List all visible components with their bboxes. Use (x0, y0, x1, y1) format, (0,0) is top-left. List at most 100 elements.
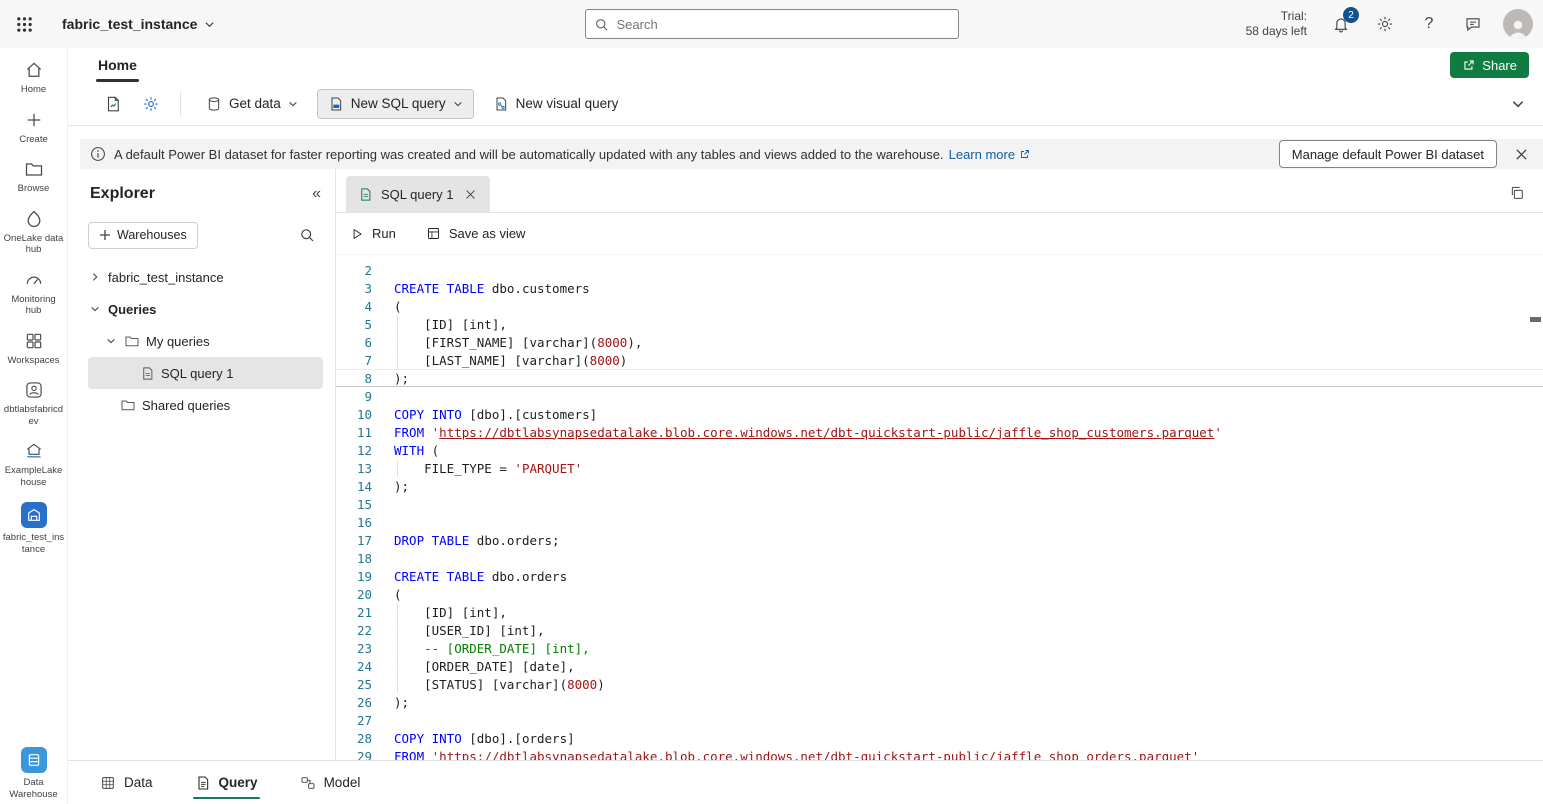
overview-ruler-marker (1530, 317, 1541, 322)
code-line[interactable]: 12WITH ( (336, 441, 1543, 459)
header-right-actions: Trial: 58 days left 2 ? (1246, 0, 1533, 48)
help-icon[interactable]: ? (1415, 10, 1443, 38)
code-line[interactable]: 9 (336, 387, 1543, 405)
nav-item-fabric-test-instance[interactable]: fabric_test_instance (1, 502, 67, 555)
settings-gear-icon[interactable] (1371, 10, 1399, 38)
tab-model[interactable]: Model (300, 761, 361, 804)
new-visual-query-button[interactable]: New visual query (482, 89, 630, 119)
code-line[interactable]: 5 [ID] [int], (336, 315, 1543, 333)
code-line[interactable]: 15 (336, 495, 1543, 513)
nav-item-examplelakehouse[interactable]: ExampleLakehouse (1, 441, 67, 488)
chevron-down-icon[interactable] (88, 304, 102, 314)
fabric-app-window: fabric_test_instance Trial: 58 days left… (0, 0, 1543, 804)
tree-item-fabric-test-instance[interactable]: fabric_test_instance (68, 261, 335, 293)
chevron-down-icon[interactable] (104, 336, 118, 346)
code-line[interactable]: 20( (336, 585, 1543, 603)
chevron-right-icon[interactable] (88, 272, 102, 282)
code-line[interactable]: 2 (336, 261, 1543, 279)
warehouse-settings-gear-icon[interactable] (136, 89, 166, 119)
code-text: [FIRST_NAME] [varchar](8000), (372, 335, 642, 350)
nav-item-label: Monitoring hub (3, 294, 65, 317)
manage-default-dataset-button[interactable]: Manage default Power BI dataset (1279, 140, 1497, 168)
data-warehouse-icon (21, 747, 47, 773)
code-line[interactable]: 7 [LAST_NAME] [varchar](8000) (336, 351, 1543, 369)
tab-data[interactable]: Data (100, 761, 153, 804)
code-line[interactable]: 14); (336, 477, 1543, 495)
code-line[interactable]: 28COPY INTO [dbo].[orders] (336, 729, 1543, 747)
line-number: 19 (336, 569, 372, 584)
tree-item-shared-queries[interactable]: Shared queries (68, 389, 335, 421)
code-line[interactable]: 10COPY INTO [dbo].[customers] (336, 405, 1543, 423)
nav-item-home[interactable]: Home (1, 60, 67, 96)
close-tab-icon[interactable] (462, 185, 480, 203)
nav-item-label: Workspaces (7, 355, 59, 367)
learn-more-link[interactable]: Learn more (949, 147, 1031, 162)
code-line[interactable]: 8); (336, 369, 1543, 387)
code-line[interactable]: 22 [USER_ID] [int], (336, 621, 1543, 639)
get-data-label: Get data (229, 96, 281, 111)
save-as-view-button[interactable]: Save as view (426, 226, 526, 241)
banner-close-icon[interactable] (1509, 142, 1533, 166)
chevron-down-icon (453, 99, 463, 109)
code-line[interactable]: 23 -- [ORDER_DATE] [int], (336, 639, 1543, 657)
bottom-view-switcher: Data Query Model (68, 760, 1543, 804)
nav-item-monitoring-hub[interactable]: Monitoring hub (1, 270, 67, 317)
tree-item-my-queries[interactable]: My queries (68, 325, 335, 357)
code-line[interactable]: 24 [ORDER_DATE] [date], (336, 657, 1543, 675)
search-input[interactable] (617, 17, 950, 32)
code-line[interactable]: 25 [STATUS] [varchar](8000) (336, 675, 1543, 693)
sql-file-icon (358, 187, 373, 202)
sql-code-editor[interactable]: 23CREATE TABLE dbo.customers4(5 [ID] [in… (336, 255, 1543, 760)
learn-more-label: Learn more (949, 147, 1015, 162)
tab-home[interactable]: Home (98, 48, 137, 82)
nav-item-workspaces[interactable]: Workspaces (1, 331, 67, 367)
query-tab-sql-query-1[interactable]: SQL query 1 (346, 176, 490, 212)
code-line[interactable]: 4( (336, 297, 1543, 315)
nav-item-create[interactable]: Create (1, 110, 67, 146)
new-sql-query-button[interactable]: New SQL query (317, 89, 474, 119)
workspace-switcher[interactable]: fabric_test_instance (62, 16, 215, 32)
code-line[interactable]: 21 [ID] [int], (336, 603, 1543, 621)
get-data-button[interactable]: Get data (195, 89, 309, 119)
copy-icon[interactable] (1505, 181, 1529, 205)
code-line[interactable]: 17DROP TABLE dbo.orders; (336, 531, 1543, 549)
share-button[interactable]: Share (1450, 52, 1529, 78)
nav-item-label: Home (21, 84, 46, 96)
tab-query[interactable]: Query (195, 761, 258, 804)
code-line[interactable]: 13 FILE_TYPE = 'PARQUET' (336, 459, 1543, 477)
code-line[interactable]: 29FROM 'https://dbtlabsynapsedatalake.bl… (336, 747, 1543, 760)
code-text: [ORDER_DATE] [date], (372, 659, 575, 674)
workspaces-grid-icon (24, 331, 44, 351)
visual-query-icon (493, 96, 509, 112)
app-launcher-waffle-icon[interactable] (0, 0, 48, 48)
code-line[interactable]: 19CREATE TABLE dbo.orders (336, 567, 1543, 585)
code-line[interactable]: 16 (336, 513, 1543, 531)
tree-item-sql-query-1[interactable]: SQL query 1 (88, 357, 323, 389)
run-button[interactable]: Run (350, 226, 396, 241)
code-line[interactable]: 3CREATE TABLE dbo.customers (336, 279, 1543, 297)
ribbon-collapse-chevron-icon[interactable] (1511, 97, 1525, 111)
search-icon (594, 17, 609, 32)
code-line[interactable]: 18 (336, 549, 1543, 567)
nav-item-onelake-data-hub[interactable]: OneLake data hub (1, 209, 67, 256)
line-number: 24 (336, 659, 372, 674)
nav-item-dbtlabsfabricdev[interactable]: dbtlabsfabricdev (1, 380, 67, 427)
nav-item-label: dbtlabsfabricdev (3, 404, 65, 427)
add-warehouses-button[interactable]: Warehouses (88, 222, 198, 249)
nav-item-data-warehouse[interactable]: Data Warehouse (1, 747, 67, 800)
chevron-down-icon (288, 99, 298, 109)
code-line[interactable]: 11FROM 'https://dbtlabsynapsedatalake.bl… (336, 423, 1543, 441)
lakehouse-icon (24, 441, 44, 461)
tree-item-queries[interactable]: Queries (68, 293, 335, 325)
new-report-icon[interactable] (98, 89, 128, 119)
collapse-panel-icon[interactable]: « (312, 185, 321, 203)
user-avatar[interactable] (1503, 9, 1533, 39)
line-number: 23 (336, 641, 372, 656)
explorer-search-icon[interactable] (293, 221, 321, 249)
code-line[interactable]: 27 (336, 711, 1543, 729)
nav-item-browse[interactable]: Browse (1, 159, 67, 195)
notifications-bell-icon[interactable]: 2 (1327, 10, 1355, 38)
feedback-icon[interactable] (1459, 10, 1487, 38)
code-line[interactable]: 26); (336, 693, 1543, 711)
code-line[interactable]: 6 [FIRST_NAME] [varchar](8000), (336, 333, 1543, 351)
